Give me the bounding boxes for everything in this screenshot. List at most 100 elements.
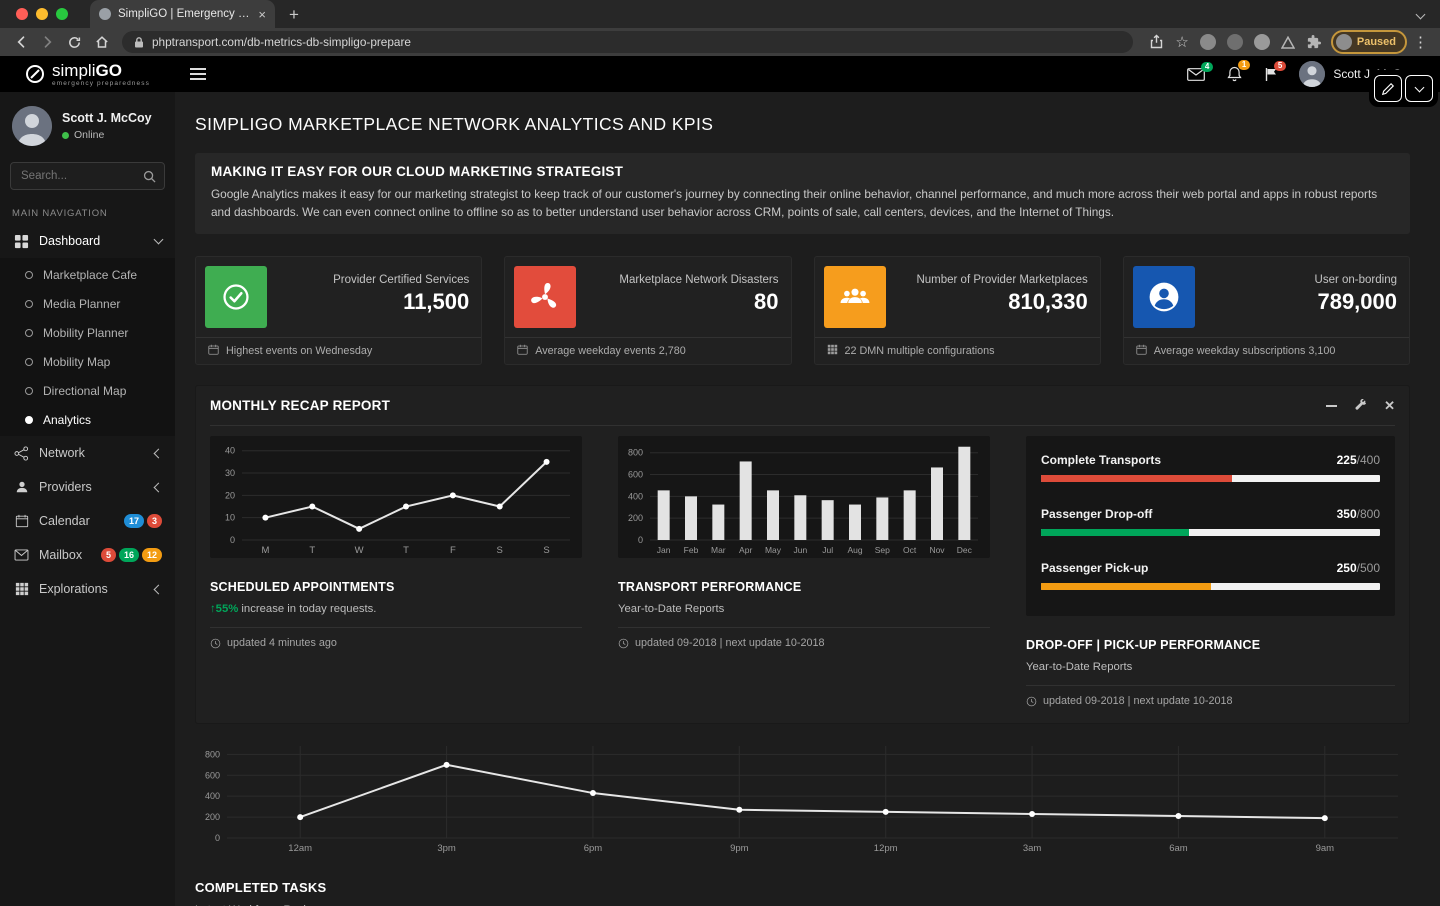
- svg-text:Aug: Aug: [847, 545, 862, 555]
- svg-text:S: S: [543, 545, 549, 556]
- svg-text:0: 0: [638, 535, 643, 545]
- sidebar-subitem-analytics[interactable]: Analytics: [0, 405, 175, 434]
- extension-icon-3[interactable]: [1254, 34, 1270, 50]
- browser-tab[interactable]: SimpliGO | Emergency Prepare ×: [90, 0, 275, 28]
- grid-icon: [827, 344, 838, 358]
- svg-text:Feb: Feb: [684, 545, 699, 555]
- extension-icon-2[interactable]: [1227, 34, 1243, 50]
- notifications-badge: 1: [1238, 60, 1250, 70]
- drive-triangle-icon[interactable]: [1281, 36, 1295, 49]
- share-icon[interactable]: [1149, 34, 1164, 50]
- tab-search-chevron-icon[interactable]: [1417, 5, 1424, 23]
- sidebar-user-avatar[interactable]: [12, 106, 52, 146]
- brand-logo[interactable]: simpliGO emergency preparedness: [0, 62, 175, 87]
- app-header: simpliGO emergency preparedness 4 1 5 Sc…: [0, 56, 1440, 92]
- close-icon[interactable]: ✕: [1384, 399, 1395, 412]
- window-zoom-button[interactable]: [56, 8, 68, 20]
- sidebar-toggle-hamburger-icon[interactable]: [190, 68, 206, 80]
- col3-heading: DROP-OFF | PICK-UP PERFORMANCE: [1026, 638, 1395, 652]
- puzzle-extensions-icon[interactable]: [1306, 35, 1321, 50]
- collapse-minus-icon[interactable]: [1326, 405, 1337, 407]
- search-icon[interactable]: [143, 170, 156, 183]
- overlay-dropdown-button[interactable]: [1405, 75, 1433, 102]
- sidebar-badge: 12: [142, 548, 162, 562]
- profile-avatar: [1336, 34, 1352, 50]
- profile-paused-button[interactable]: Paused: [1331, 30, 1407, 54]
- kpi-card-number-of-provider-marketplaces: Number of Provider Marketplaces810,33022…: [814, 256, 1101, 365]
- sidebar-item-calendar[interactable]: Calendar173: [0, 504, 175, 538]
- sidebar-item-dashboard[interactable]: Dashboard: [0, 224, 175, 258]
- window-close-button[interactable]: [16, 8, 28, 20]
- tasks-button[interactable]: 5: [1253, 62, 1289, 87]
- brand-tagline: emergency preparedness: [52, 80, 150, 87]
- user-avatar[interactable]: [1299, 61, 1325, 87]
- kpi-value: 80: [586, 289, 778, 315]
- messages-button[interactable]: 4: [1176, 63, 1216, 86]
- intro-title: MAKING IT EASY FOR OUR CLOUD MARKETING S…: [211, 164, 1394, 179]
- sidebar-subitem-directional-map[interactable]: Directional Map: [0, 376, 175, 405]
- reload-button[interactable]: [62, 30, 87, 54]
- notifications-button[interactable]: 1: [1216, 61, 1253, 87]
- kpi-footer: Average weekday events 2,780: [505, 337, 790, 364]
- brand-suffix: GO: [95, 61, 121, 80]
- progress-track: [1041, 529, 1380, 536]
- svg-text:10: 10: [225, 513, 235, 523]
- svg-text:Jan: Jan: [657, 545, 671, 555]
- svg-text:9am: 9am: [1316, 843, 1335, 854]
- forward-button[interactable]: [35, 30, 60, 54]
- kpi-value: 810,330: [896, 289, 1088, 315]
- kpi-card-provider-certified-services: Provider Certified Services11,500Highest…: [195, 256, 482, 365]
- tasks-heading: COMPLETED TASKS: [195, 880, 1410, 895]
- sidebar-item-label: Dashboard: [39, 234, 146, 248]
- user-icon: [13, 480, 30, 494]
- menu-kebab-icon[interactable]: ⋮: [1413, 35, 1428, 50]
- new-tab-button[interactable]: +: [289, 6, 299, 23]
- sidebar-subitem-mobility-map[interactable]: Mobility Map: [0, 347, 175, 376]
- progress-label: Passenger Drop-off: [1041, 507, 1152, 521]
- sidebar-item-mailbox[interactable]: Mailbox51612: [0, 538, 175, 572]
- svg-text:600: 600: [205, 771, 220, 781]
- kpi-value: 11,500: [277, 289, 469, 315]
- sidebar-submenu: Marketplace Cafe Media Planner Mobility Pl…: [0, 258, 175, 436]
- kpi-label: Marketplace Network Disasters: [586, 274, 778, 286]
- col1-heading: SCHEDULED APPOINTMENTS: [210, 580, 582, 594]
- dashboard-icon: [13, 234, 30, 249]
- sidebar-subitem-label: Media Planner: [43, 297, 120, 311]
- sidebar-subitem-mobility-planner[interactable]: Mobility Planner: [0, 318, 175, 347]
- col3-sub: Year-to-Date Reports: [1026, 661, 1395, 673]
- clock-icon: [618, 638, 629, 649]
- back-button[interactable]: [8, 30, 33, 54]
- messages-badge: 4: [1201, 62, 1213, 72]
- calendar-icon: [1136, 344, 1147, 358]
- settings-wrench-icon[interactable]: [1354, 399, 1367, 412]
- progress-passenger-pick-up: Passenger Pick-up250/500: [1041, 561, 1380, 590]
- progress-complete-transports: Complete Transports225/400: [1041, 453, 1380, 482]
- people-icon: [824, 266, 886, 328]
- monthly-bar-chart: 0200400600800JanFebMarAprMayJunJulAugSep…: [618, 436, 990, 558]
- circle-bullet-icon: [25, 329, 33, 337]
- sidebar-badge: 17: [124, 514, 144, 528]
- sidebar-item-explorations[interactable]: Explorations: [0, 572, 175, 606]
- tab-title: SimpliGO | Emergency Prepare: [118, 8, 251, 20]
- url-text: phptransport.com/db-metrics-db-simpligo-…: [152, 35, 411, 49]
- col2-sub: Year-to-Date Reports: [618, 603, 990, 615]
- sidebar-subitem-label: Mobility Map: [43, 355, 110, 369]
- sidebar-user-name: Scott J. McCoy: [62, 111, 152, 125]
- bookmark-star-icon[interactable]: ☆: [1175, 35, 1188, 50]
- sidebar-item-network[interactable]: Network: [0, 436, 175, 470]
- window-minimize-button[interactable]: [36, 8, 48, 20]
- extension-icon-1[interactable]: [1200, 34, 1216, 50]
- tab-close-icon[interactable]: ×: [258, 8, 266, 21]
- sidebar-subitem-media-planner[interactable]: Media Planner: [0, 289, 175, 318]
- compose-pencil-button[interactable]: [1374, 75, 1402, 102]
- kpi-footer: 22 DMN multiple configurations: [815, 337, 1100, 364]
- search-input[interactable]: [10, 162, 165, 190]
- progress-panel: Complete Transports225/400 Passenger Drop…: [1026, 436, 1395, 616]
- kpi-value: 789,000: [1205, 289, 1397, 315]
- sidebar-item-providers[interactable]: Providers: [0, 470, 175, 504]
- page-title: SIMPLIGO MARKETPLACE NETWORK ANALYTICS A…: [195, 114, 1410, 135]
- sidebar-subitem-marketplace-cafe[interactable]: Marketplace Cafe: [0, 260, 175, 289]
- recap-title: MONTHLY RECAP REPORT: [210, 398, 390, 413]
- address-bar[interactable]: phptransport.com/db-metrics-db-simpligo-…: [122, 31, 1133, 53]
- home-button[interactable]: [89, 30, 114, 54]
